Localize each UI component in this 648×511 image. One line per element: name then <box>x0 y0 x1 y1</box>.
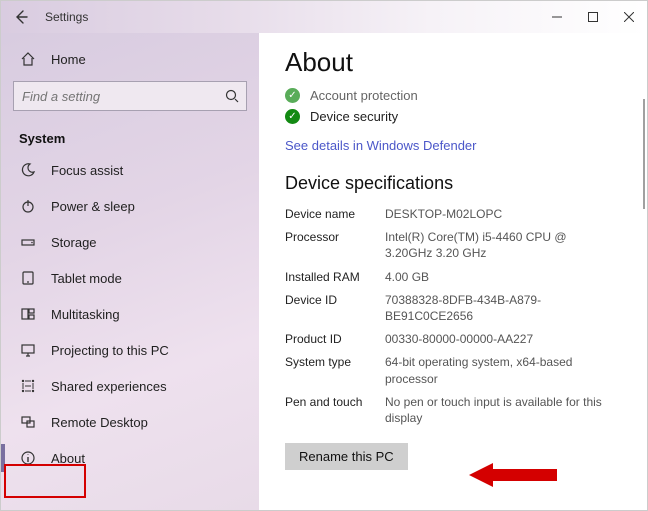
sidebar-item-power-sleep[interactable]: Power & sleep <box>1 188 259 224</box>
sidebar-item-tablet-mode[interactable]: Tablet mode <box>1 260 259 296</box>
power-icon <box>19 198 37 214</box>
spec-table: Device name DESKTOP-M02LOPC Processor In… <box>285 206 627 426</box>
spec-label: Device name <box>285 206 385 222</box>
spec-label: System type <box>285 354 385 386</box>
spec-label: Device ID <box>285 292 385 324</box>
close-button[interactable] <box>611 1 647 33</box>
projecting-icon <box>19 342 37 358</box>
close-icon <box>624 12 634 22</box>
status-row-account-protection: ✓ Account protection <box>285 88 627 103</box>
minimize-icon <box>552 12 562 22</box>
minimize-button[interactable] <box>539 1 575 33</box>
maximize-icon <box>588 12 598 22</box>
checkmark-icon: ✓ <box>285 88 300 103</box>
back-button[interactable] <box>1 1 41 33</box>
spec-label: Installed RAM <box>285 269 385 285</box>
annotation-arrow-icon <box>469 459 559 491</box>
sidebar-item-label: Storage <box>51 235 97 250</box>
sidebar-item-label: Remote Desktop <box>51 415 148 430</box>
sidebar-item-label: Projecting to this PC <box>51 343 169 358</box>
shared-icon <box>19 378 37 394</box>
sidebar-item-multitasking[interactable]: Multitasking <box>1 296 259 332</box>
sidebar-item-label: Power & sleep <box>51 199 135 214</box>
sidebar-item-shared-experiences[interactable]: Shared experiences <box>1 368 259 404</box>
search-icon <box>225 89 239 103</box>
spec-label: Processor <box>285 229 385 261</box>
defender-link[interactable]: See details in Windows Defender <box>285 138 477 153</box>
spec-row-pen-touch: Pen and touch No pen or touch input is a… <box>285 394 627 426</box>
spec-value: Intel(R) Core(TM) i5-4460 CPU @ 3.20GHz … <box>385 229 627 261</box>
sidebar-item-about[interactable]: About <box>1 440 259 476</box>
status-label: Device security <box>310 109 398 124</box>
sidebar-item-label: Home <box>51 52 86 67</box>
sidebar-item-label: About <box>51 451 85 466</box>
rename-pc-button[interactable]: Rename this PC <box>285 443 408 470</box>
spec-value: No pen or touch input is available for t… <box>385 394 627 426</box>
moon-icon <box>19 162 37 178</box>
sidebar-item-label: Multitasking <box>51 307 120 322</box>
spec-row-processor: Processor Intel(R) Core(TM) i5-4460 CPU … <box>285 229 627 261</box>
spec-value: 70388328-8DFB-434B-A879-BE91C0CE2656 <box>385 292 627 324</box>
sidebar-item-remote-desktop[interactable]: Remote Desktop <box>1 404 259 440</box>
spec-label: Pen and touch <box>285 394 385 426</box>
scrollbar-thumb[interactable] <box>643 99 645 209</box>
titlebar: Settings <box>1 1 647 33</box>
checkmark-icon: ✓ <box>285 109 300 124</box>
storage-icon <box>19 234 37 250</box>
window-title: Settings <box>41 1 539 33</box>
info-icon <box>19 450 37 466</box>
content-pane: About ✓ Account protection ✓ Device secu… <box>259 33 647 510</box>
spec-value: 4.00 GB <box>385 269 627 285</box>
tablet-icon <box>19 270 37 286</box>
maximize-button[interactable] <box>575 1 611 33</box>
sidebar-item-label: Shared experiences <box>51 379 167 394</box>
multitasking-icon <box>19 306 37 322</box>
status-label: Account protection <box>310 88 418 103</box>
spec-row-device-id: Device ID 70388328-8DFB-434B-A879-BE91C0… <box>285 292 627 324</box>
sidebar-item-projecting[interactable]: Projecting to this PC <box>1 332 259 368</box>
specs-heading: Device specifications <box>285 173 627 194</box>
remote-desktop-icon <box>19 414 37 430</box>
spec-row-device-name: Device name DESKTOP-M02LOPC <box>285 206 627 222</box>
sidebar-item-focus-assist[interactable]: Focus assist <box>1 152 259 188</box>
spec-row-system-type: System type 64-bit operating system, x64… <box>285 354 627 386</box>
spec-value: DESKTOP-M02LOPC <box>385 206 627 222</box>
sidebar-item-home[interactable]: Home <box>1 41 259 77</box>
spec-row-product-id: Product ID 00330-80000-00000-AA227 <box>285 331 627 347</box>
sidebar: Home System Focus assist <box>1 33 259 510</box>
sidebar-item-label: Tablet mode <box>51 271 122 286</box>
sidebar-item-label: Focus assist <box>51 163 123 178</box>
status-row-device-security: ✓ Device security <box>285 109 627 124</box>
spec-value: 00330-80000-00000-AA227 <box>385 331 627 347</box>
sidebar-item-storage[interactable]: Storage <box>1 224 259 260</box>
spec-label: Product ID <box>285 331 385 347</box>
spec-value: 64-bit operating system, x64-based proce… <box>385 354 627 386</box>
home-icon <box>19 51 37 67</box>
spec-row-ram: Installed RAM 4.00 GB <box>285 269 627 285</box>
arrow-left-icon <box>14 10 28 24</box>
page-title: About <box>285 47 627 78</box>
sidebar-section-header: System <box>1 119 259 152</box>
search-input[interactable] <box>13 81 247 111</box>
